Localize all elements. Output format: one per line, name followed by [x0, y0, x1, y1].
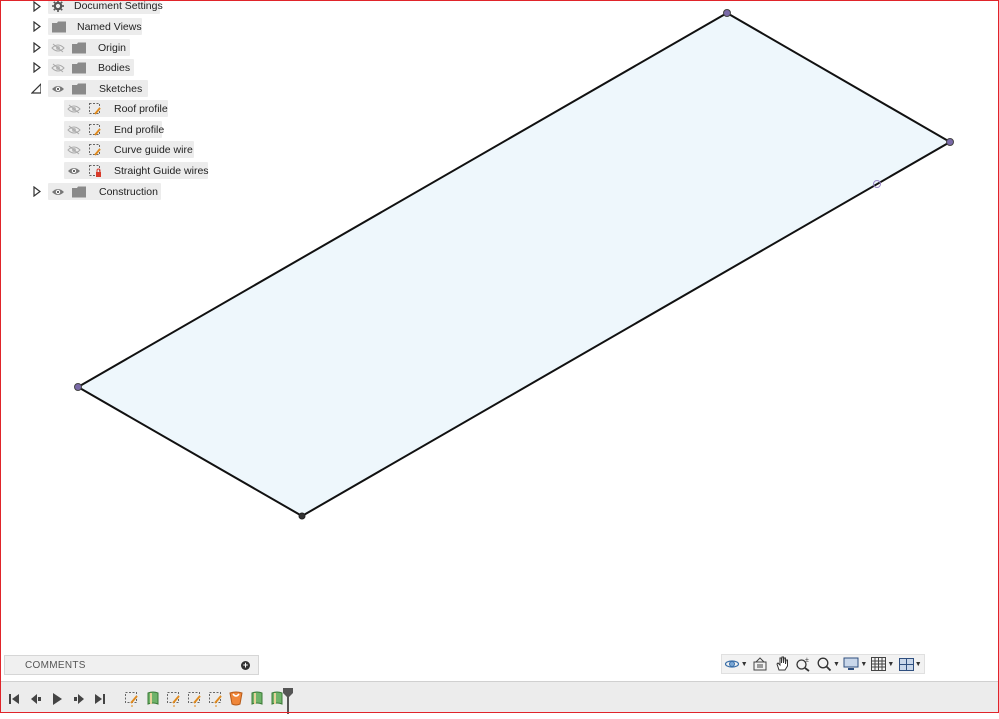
tree-item-label: Sketches — [99, 82, 143, 95]
tree-item-pill[interactable]: Straight Guide wires — [64, 162, 209, 179]
expand-arrow-icon[interactable] — [32, 0, 42, 12]
folder-icon — [72, 61, 86, 74]
tree-item-label: Roof profile — [114, 102, 168, 115]
zoom-icon[interactable]: ± — [793, 655, 815, 673]
eye-hidden-icon[interactable] — [51, 61, 65, 74]
comments-panel[interactable]: COMMENTS + — [4, 655, 259, 675]
go-to-start-icon[interactable] — [7, 692, 21, 706]
add-comment-icon[interactable]: + — [241, 661, 250, 670]
tree-item-label: Origin — [98, 41, 127, 54]
tree-item-label: Bodies — [98, 61, 131, 74]
timeline — [1, 681, 998, 714]
sketch-icon — [88, 123, 102, 136]
tree-node-roof-profile[interactable]: Roof profile — [0, 100, 175, 117]
step-back-icon[interactable] — [29, 692, 43, 706]
pan-icon[interactable] — [771, 655, 793, 673]
viewports-icon[interactable]: ▼ — [897, 655, 924, 673]
loft-icon[interactable] — [145, 690, 161, 707]
vertex-point[interactable] — [723, 9, 731, 17]
folder-icon — [72, 185, 86, 198]
tree-node-end-profile[interactable]: End profile — [0, 121, 175, 138]
go-to-end-icon[interactable] — [93, 692, 107, 706]
tree-node-construction[interactable]: Construction — [0, 183, 170, 200]
tree-item-pill[interactable]: Sketches — [48, 80, 148, 97]
comments-label: COMMENTS — [25, 660, 86, 671]
tree-item-label: Document Settings — [74, 0, 163, 12]
eye-hidden-icon[interactable] — [67, 123, 81, 136]
tree-node-document-settings[interactable]: Document Settings — [0, 0, 170, 17]
eye-hidden-icon[interactable] — [67, 143, 81, 156]
tree-item-pill[interactable]: Construction — [48, 183, 161, 200]
tree-item-pill[interactable]: Document Settings — [48, 0, 163, 14]
tree-node-named-views[interactable]: Named Views — [0, 18, 170, 35]
timeline-marker[interactable] — [283, 688, 293, 714]
sketch-icon[interactable] — [124, 690, 140, 707]
sketch-icon — [88, 143, 102, 156]
tree-item-pill[interactable]: Bodies — [48, 59, 134, 76]
tree-node-sketches[interactable]: Sketches — [0, 80, 170, 97]
tree-node-straight-guide-wires[interactable]: Straight Guide wires — [0, 162, 215, 179]
folder-icon — [72, 82, 86, 95]
tree-node-bodies[interactable]: Bodies — [0, 59, 170, 76]
tree-item-label: Construction — [99, 185, 158, 198]
eye-icon[interactable] — [67, 164, 81, 177]
tree-item-label: Straight Guide wires — [114, 164, 209, 177]
sketch-icon — [88, 102, 102, 115]
play-icon[interactable] — [50, 692, 64, 706]
sketch-icon[interactable] — [187, 690, 203, 707]
expand-arrow-icon[interactable] — [32, 41, 42, 53]
display-settings-icon[interactable]: ▼ — [842, 655, 869, 673]
tree-node-curve-guide-wire[interactable]: Curve guide wire — [0, 141, 200, 158]
tree-item-pill[interactable]: Roof profile — [64, 100, 168, 117]
vertex-point[interactable] — [298, 512, 306, 520]
step-forward-icon[interactable] — [72, 692, 86, 706]
tree-item-pill[interactable]: Origin — [48, 39, 130, 56]
tree-item-pill[interactable]: Curve guide wire — [64, 141, 194, 158]
loft-icon[interactable] — [249, 690, 265, 707]
fit-icon[interactable]: ▼ — [814, 655, 841, 673]
navigation-toolbar: ▼ ± ▼ ▼ ▼ ▼ — [721, 654, 925, 674]
sketch-icon[interactable] — [166, 690, 182, 707]
sketch-icon[interactable] — [208, 690, 224, 707]
expand-arrow-icon[interactable] — [32, 61, 42, 73]
loft-icon[interactable] — [228, 690, 244, 707]
tree-node-origin[interactable]: Origin — [0, 39, 170, 56]
orbit-icon[interactable]: ▼ — [722, 655, 749, 673]
tree-item-label: Named Views — [77, 20, 142, 33]
svg-text:±: ± — [805, 657, 809, 664]
expand-arrow-icon[interactable] — [32, 185, 42, 197]
eye-hidden-icon[interactable] — [67, 102, 81, 115]
eye-hidden-icon[interactable] — [51, 41, 65, 54]
look-at-icon[interactable] — [749, 655, 771, 673]
tree-item-label: End profile — [114, 123, 165, 136]
vertex-point[interactable] — [74, 383, 82, 391]
plane-face[interactable] — [77, 12, 951, 517]
folder-icon — [72, 41, 86, 54]
eye-icon[interactable] — [51, 185, 65, 198]
eye-icon[interactable] — [51, 82, 65, 95]
vertex-point[interactable] — [946, 138, 954, 146]
collapse-arrow-icon[interactable] — [31, 82, 41, 94]
folder-icon — [52, 20, 66, 33]
tree-item-pill[interactable]: Named Views — [48, 18, 142, 35]
sketch-locked-icon — [88, 164, 102, 177]
tree-item-pill[interactable]: End profile — [64, 121, 165, 138]
expand-arrow-icon[interactable] — [32, 20, 42, 32]
grid-icon[interactable]: ▼ — [869, 655, 896, 673]
tree-item-label: Curve guide wire — [114, 143, 193, 156]
gear-icon — [51, 0, 65, 12]
